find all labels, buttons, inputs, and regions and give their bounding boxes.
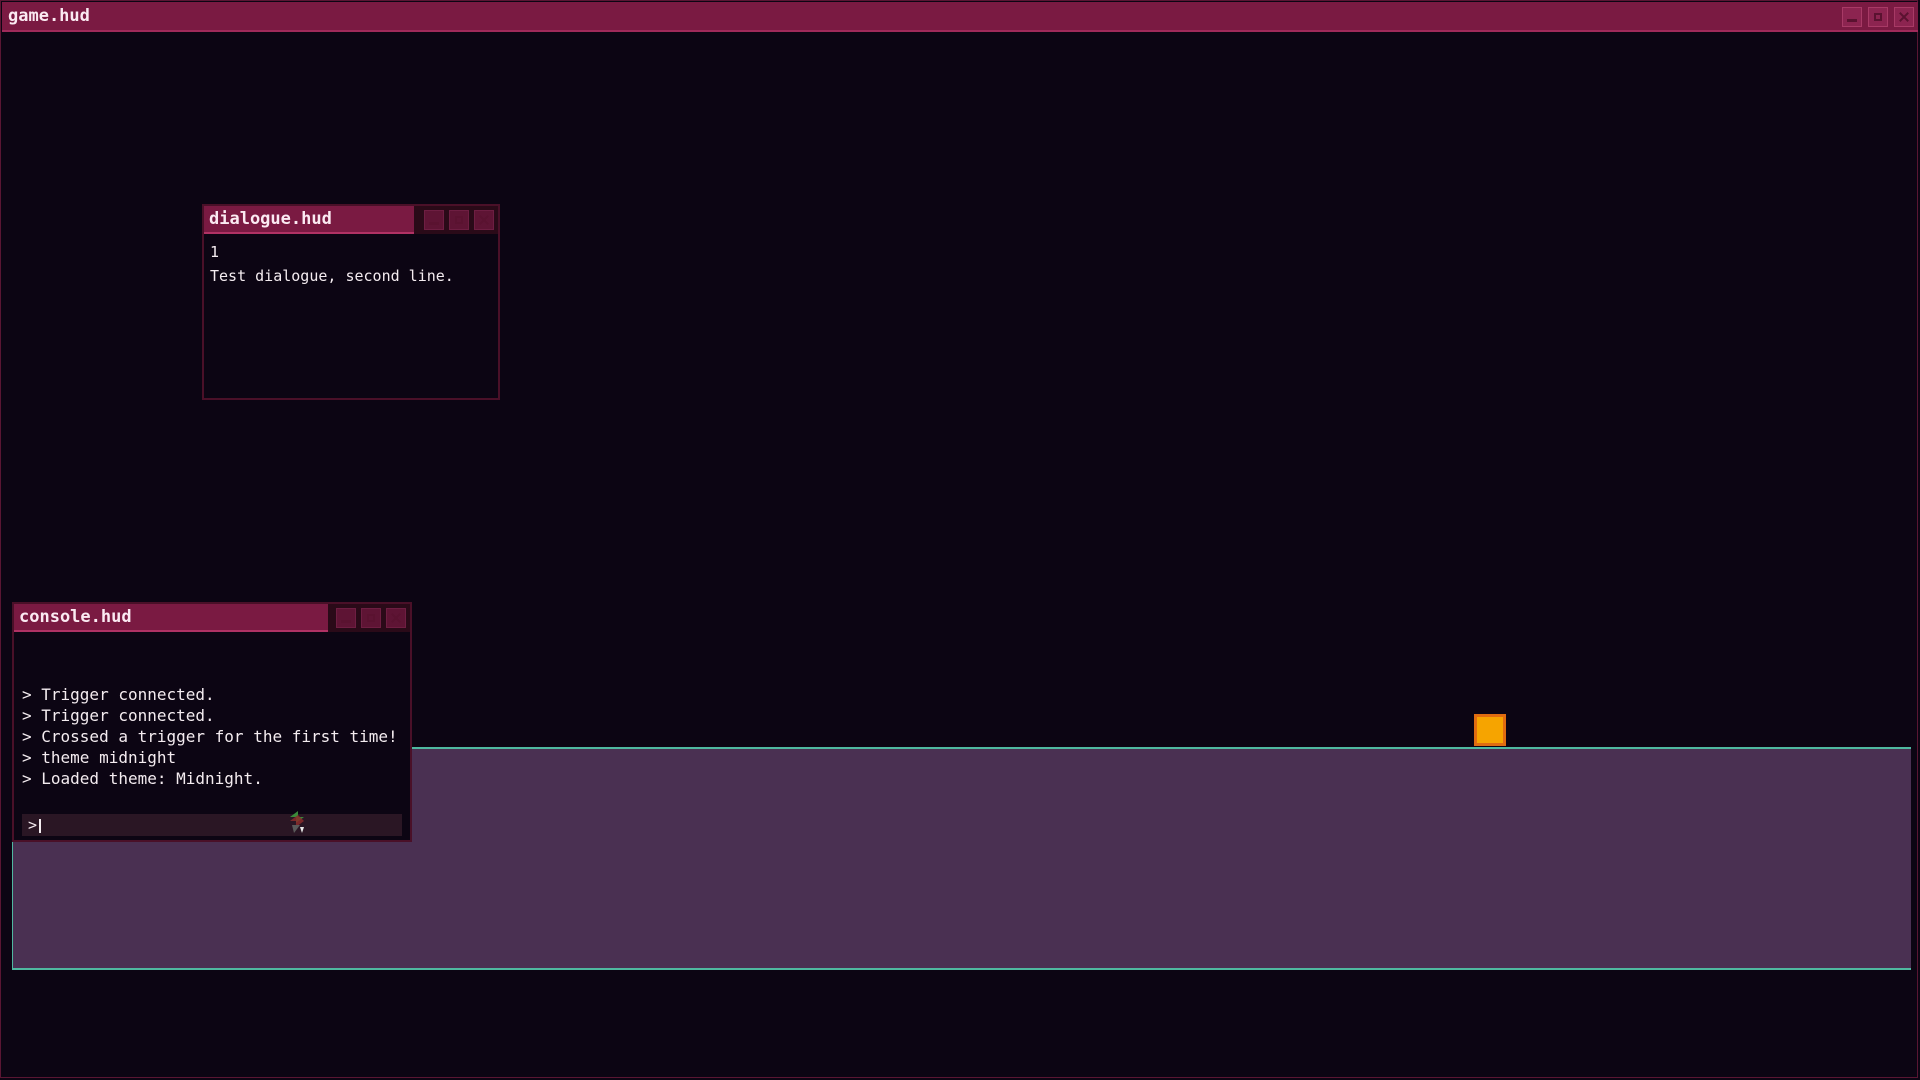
- player-block: [1474, 714, 1506, 746]
- maximize-icon[interactable]: [1868, 7, 1888, 27]
- close-icon[interactable]: [386, 608, 406, 628]
- game-titlebar[interactable]: game.hud: [2, 2, 1918, 32]
- dialogue-title: dialogue.hud: [204, 206, 414, 234]
- console-line: > Loaded theme: Midnight.: [22, 769, 263, 788]
- dialogue-text: Test dialogue, second line.: [210, 267, 454, 285]
- maximize-icon[interactable]: [449, 210, 469, 230]
- console-line: > theme midnight: [22, 748, 177, 767]
- minimize-icon[interactable]: [1842, 7, 1862, 27]
- dialogue-titlebar[interactable]: dialogue.hud: [204, 206, 498, 234]
- text-caret: [39, 818, 42, 833]
- close-icon[interactable]: [474, 210, 494, 230]
- console-line: > Trigger connected.: [22, 706, 215, 725]
- dialogue-speaker: 1: [210, 243, 220, 261]
- console-input[interactable]: >: [22, 814, 402, 836]
- game-window-title: game.hud: [8, 6, 90, 26]
- console-panel: console.hud > Trigger connected. > Trigg…: [12, 602, 412, 842]
- close-icon[interactable]: [1894, 7, 1914, 27]
- console-log: > Trigger connected. > Trigger connected…: [22, 684, 402, 789]
- game-cursor-icon: [290, 811, 304, 833]
- minimize-icon[interactable]: [336, 608, 356, 628]
- console-prompt-symbol: >: [28, 816, 38, 834]
- console-titlebar[interactable]: console.hud: [14, 604, 410, 632]
- console-line: > Trigger connected.: [22, 685, 215, 704]
- dialogue-panel: dialogue.hud 1 Test dialogue, second lin…: [202, 204, 500, 400]
- console-line: > Crossed a trigger for the first time!: [22, 727, 398, 746]
- dialogue-body: 1 Test dialogue, second line.: [210, 240, 492, 288]
- game-window-controls: [1842, 7, 1914, 27]
- maximize-icon[interactable]: [361, 608, 381, 628]
- minimize-icon[interactable]: [424, 210, 444, 230]
- console-controls: [336, 608, 406, 628]
- console-title: console.hud: [14, 604, 328, 632]
- dialogue-controls: [424, 210, 494, 230]
